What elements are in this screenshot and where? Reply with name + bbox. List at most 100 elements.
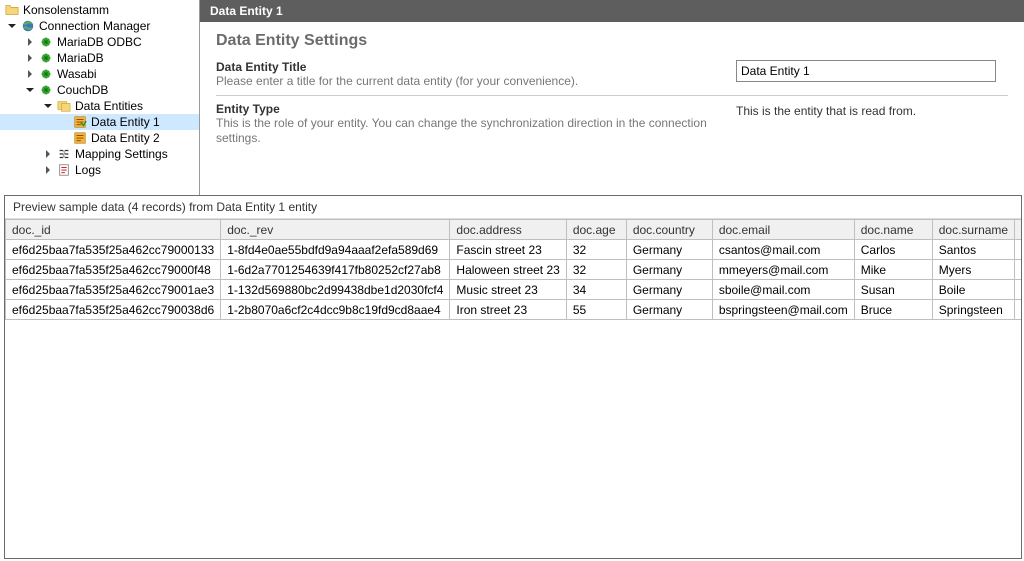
- table-cell: Santos: [932, 240, 1014, 260]
- tree-label: MariaDB ODBC: [57, 34, 142, 50]
- chevron-right-icon[interactable]: [24, 52, 36, 64]
- table-row[interactable]: ef6d25baa7fa535f25a462cc79000f481-6d2a77…: [6, 260, 1022, 280]
- table-cell: Iron street 23: [450, 300, 566, 320]
- table-cell: ef6d25baa7fa535f25a462cc79000f48: [6, 260, 221, 280]
- tree-label: Wasabi: [57, 66, 97, 82]
- table-cell: csantos@mail.com: [712, 240, 854, 260]
- chevron-right-icon[interactable]: [24, 36, 36, 48]
- panel-titlebar: Data Entity 1: [200, 0, 1024, 22]
- table-cell: Fascin street 23: [450, 240, 566, 260]
- setting-type-desc: This is the role of your entity. You can…: [216, 116, 716, 146]
- connection-icon: [38, 66, 54, 82]
- tree-label: Data Entity 2: [91, 130, 160, 146]
- tree-connection-manager[interactable]: Connection Manager: [0, 18, 199, 34]
- globe-icon: [20, 18, 36, 34]
- table-cell: ef6d25baa7fa535f25a462cc79001ae3: [6, 280, 221, 300]
- settings-heading: Data Entity Settings: [216, 32, 1008, 50]
- table-cell: 1-2b8070a6cf2c4dcc9b8c19fd9cd8aae4: [221, 300, 450, 320]
- table-cell: ef6d25baa7fa: [1015, 280, 1021, 300]
- tree-label: MariaDB: [57, 50, 104, 66]
- connection-icon: [38, 82, 54, 98]
- table-cell: 1-6d2a7701254639f417fb80252cf27ab8: [221, 260, 450, 280]
- tree-label: Logs: [75, 162, 101, 178]
- connection-icon: [38, 34, 54, 50]
- column-header[interactable]: doc._rev: [221, 220, 450, 240]
- column-header[interactable]: doc.age: [566, 220, 626, 240]
- table-cell: sboile@mail.com: [712, 280, 854, 300]
- entity-role-text: This is the entity that is read from.: [736, 102, 916, 118]
- entity-icon: [72, 130, 88, 146]
- entity-title-input[interactable]: [736, 60, 996, 82]
- tree-connection[interactable]: Wasabi: [0, 66, 199, 82]
- table-cell: Germany: [626, 260, 712, 280]
- entity-icon: [72, 114, 88, 130]
- chevron-right-icon[interactable]: [42, 164, 54, 176]
- table-cell: Music street 23: [450, 280, 566, 300]
- table-cell: Bruce: [854, 300, 932, 320]
- table-cell: Susan: [854, 280, 932, 300]
- preview-grid-scroll[interactable]: doc._iddoc._revdoc.addressdoc.agedoc.cou…: [5, 219, 1021, 557]
- setting-title-desc: Please enter a title for the current dat…: [216, 74, 716, 89]
- logs-icon: [56, 162, 72, 178]
- table-cell: Carlos: [854, 240, 932, 260]
- table-cell: mmeyers@mail.com: [712, 260, 854, 280]
- chevron-down-icon[interactable]: [42, 100, 54, 112]
- table-row[interactable]: ef6d25baa7fa535f25a462cc79001ae31-132d56…: [6, 280, 1022, 300]
- table-row[interactable]: ef6d25baa7fa535f25a462cc790038d61-2b8070…: [6, 300, 1022, 320]
- table-cell: ef6d25baa7fa535f25a462cc79000133: [6, 240, 221, 260]
- tree-label: Data Entities: [75, 98, 143, 114]
- column-header[interactable]: id: [1015, 220, 1021, 240]
- table-cell: Mike: [854, 260, 932, 280]
- preview-panel: Preview sample data (4 records) from Dat…: [4, 195, 1022, 559]
- table-cell: ef6d25baa7fa: [1015, 300, 1021, 320]
- preview-grid[interactable]: doc._iddoc._revdoc.addressdoc.agedoc.cou…: [5, 219, 1021, 320]
- panel-title: Data Entity 1: [210, 4, 283, 18]
- chevron-down-icon[interactable]: [24, 84, 36, 96]
- tree-connection[interactable]: MariaDB ODBC: [0, 34, 199, 50]
- chevron-right-icon[interactable]: [42, 148, 54, 160]
- table-cell: 32: [566, 260, 626, 280]
- table-cell: 32: [566, 240, 626, 260]
- column-header[interactable]: doc.address: [450, 220, 566, 240]
- table-cell: Germany: [626, 280, 712, 300]
- table-cell: 1-8fd4e0ae55bdfd9a94aaaf2efa589d69: [221, 240, 450, 260]
- table-cell: ef6d25baa7fa535f25a462cc790038d6: [6, 300, 221, 320]
- chevron-right-icon[interactable]: [24, 68, 36, 80]
- tree-data-entity[interactable]: Data Entity 1: [0, 114, 199, 130]
- table-cell: Springsteen: [932, 300, 1014, 320]
- column-header[interactable]: doc.name: [854, 220, 932, 240]
- table-cell: 34: [566, 280, 626, 300]
- tree-root[interactable]: Konsolenstamm: [0, 2, 199, 18]
- table-row[interactable]: ef6d25baa7fa535f25a462cc790001331-8fd4e0…: [6, 240, 1022, 260]
- column-header[interactable]: doc.email: [712, 220, 854, 240]
- table-cell: Germany: [626, 300, 712, 320]
- tree-data-entity[interactable]: Data Entity 2: [0, 130, 199, 146]
- mapping-icon: [56, 146, 72, 162]
- table-cell: ef6d25baa7fa: [1015, 260, 1021, 280]
- table-cell: 1-132d569880bc2d99438dbe1d2030fcf4: [221, 280, 450, 300]
- tree-data-entities[interactable]: Data Entities: [0, 98, 199, 114]
- tree-label: Connection Manager: [39, 18, 150, 34]
- table-cell: 55: [566, 300, 626, 320]
- column-header[interactable]: doc.country: [626, 220, 712, 240]
- table-cell: ef6d25baa7fa: [1015, 240, 1021, 260]
- table-cell: Myers: [932, 260, 1014, 280]
- tree-mapping-settings[interactable]: Mapping Settings: [0, 146, 199, 162]
- tree-logs[interactable]: Logs: [0, 162, 199, 178]
- tree-connection[interactable]: CouchDB: [0, 82, 199, 98]
- navigation-tree[interactable]: Konsolenstamm Connection Manager MariaDB…: [0, 0, 200, 195]
- column-header[interactable]: doc.surname: [932, 220, 1014, 240]
- setting-type-label: Entity Type: [216, 102, 716, 116]
- tree-label: Konsolenstamm: [23, 2, 109, 18]
- divider: [216, 95, 1008, 96]
- table-cell: Haloween street 23: [450, 260, 566, 280]
- column-header[interactable]: doc._id: [6, 220, 221, 240]
- entities-icon: [56, 98, 72, 114]
- tree-connection[interactable]: MariaDB: [0, 50, 199, 66]
- tree-label: Data Entity 1: [91, 114, 160, 130]
- chevron-down-icon[interactable]: [6, 20, 18, 32]
- folder-icon: [4, 2, 20, 18]
- tree-label: Mapping Settings: [75, 146, 168, 162]
- table-cell: Boile: [932, 280, 1014, 300]
- main-panel: Data Entity 1 Data Entity Settings Data …: [200, 0, 1024, 195]
